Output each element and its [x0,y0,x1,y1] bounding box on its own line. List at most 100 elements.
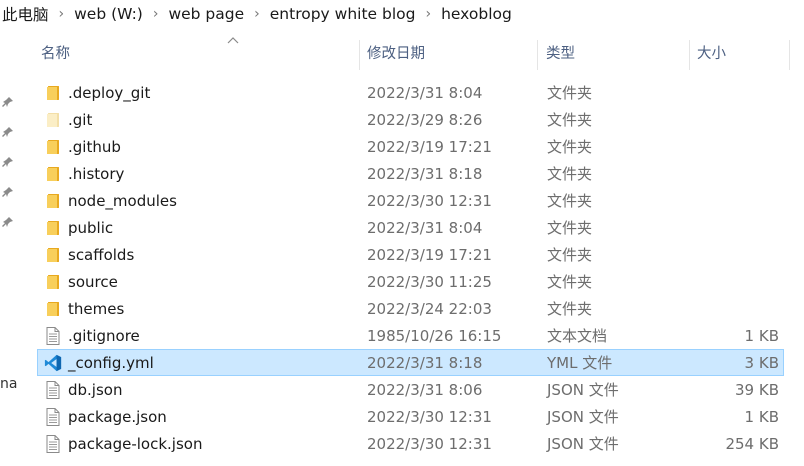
breadcrumb-item-entropy-white-blog[interactable]: entropy white blog [266,5,420,23]
breadcrumb-item-hexoblog[interactable]: hexoblog [437,5,516,23]
column-header-size[interactable]: 大小 [697,34,787,70]
file-name[interactable]: .github [68,134,121,159]
file-type: 文件夹 [547,192,593,210]
breadcrumb: 此电脑 › web (W:) › web page › entropy whit… [0,0,804,27]
chevron-right-icon[interactable]: › [147,6,165,22]
folder-icon [44,80,62,105]
column-header-type-label: 类型 [546,45,575,62]
pin-icon[interactable] [2,126,14,138]
file-type: 文件夹 [547,246,593,264]
pin-icon[interactable] [2,156,14,168]
column-header-size-label: 大小 [697,45,726,62]
file-row[interactable]: .deploy_git 2022/3/31 8:04 文件夹 [37,79,784,106]
file-row[interactable]: node_modules 2022/3/30 12:31 文件夹 [37,187,784,214]
nav-pane-label[interactable]: na [0,376,17,392]
file-name[interactable]: scaffolds [68,242,134,267]
folder-icon [44,242,62,267]
column-header-row: 名称 修改日期 类型 大小 [37,34,804,70]
file-type: YML 文件 [547,354,613,372]
file-type: 文件夹 [547,300,593,318]
file-size: 3 KB [744,353,779,372]
chevron-right-icon[interactable]: › [419,6,437,22]
file-modified-date: 2022/3/31 8:04 [367,218,483,237]
text-file-icon [44,404,62,429]
text-file-icon [44,377,62,402]
file-name[interactable]: .gitignore [68,323,140,348]
pin-icon[interactable] [2,186,14,198]
file-type: JSON 文件 [547,435,619,453]
column-header-name[interactable]: 名称 [41,34,357,70]
folder-icon [44,269,62,294]
file-modified-date: 2022/3/29 8:26 [367,110,483,129]
file-row[interactable]: source 2022/3/30 11:25 文件夹 [37,268,784,295]
file-modified-date: 2022/3/31 8:04 [367,83,483,102]
file-modified-date: 2022/3/31 8:18 [367,164,483,183]
file-modified-date: 2022/3/30 11:25 [367,272,492,291]
file-name[interactable]: node_modules [68,188,177,213]
file-row[interactable]: .gitignore 1985/10/26 16:15 文本文档 1 KB [37,322,784,349]
column-header-date-label: 修改日期 [367,45,425,62]
file-modified-date: 2022/3/31 8:18 [367,353,483,372]
file-row[interactable]: db.json 2022/3/31 8:06 JSON 文件 39 KB [37,376,784,403]
file-name[interactable]: .git [68,107,92,132]
chevron-right-icon[interactable]: › [248,6,266,22]
file-modified-date: 2022/3/30 12:31 [367,407,492,426]
file-type: 文件夹 [547,273,593,291]
text-file-icon [44,323,62,348]
file-name[interactable]: themes [68,296,124,321]
file-name[interactable]: db.json [68,377,122,402]
file-row[interactable]: .github 2022/3/19 17:21 文件夹 [37,133,784,160]
file-name[interactable]: .history [68,161,124,186]
file-type: 文件夹 [547,165,593,183]
column-header-type[interactable]: 类型 [546,34,686,70]
file-size: 1 KB [744,407,779,426]
file-row[interactable]: package.json 2022/3/30 12:31 JSON 文件 1 KB [37,403,784,430]
file-name[interactable]: package-lock.json [68,431,202,456]
chevron-right-icon[interactable]: › [53,6,71,22]
file-modified-date: 2022/3/30 12:31 [367,434,492,453]
column-divider[interactable] [689,40,690,70]
file-name[interactable]: .deploy_git [68,80,150,105]
folder-hidden-icon [44,107,62,132]
file-name[interactable]: public [68,215,113,240]
vscode-file-icon [44,350,62,375]
pin-icon[interactable] [2,96,14,108]
file-modified-date: 2022/3/30 12:31 [367,191,492,210]
file-row[interactable]: themes 2022/3/24 22:03 文件夹 [37,295,784,322]
column-header-name-label: 名称 [41,45,70,62]
text-file-icon [44,431,62,456]
column-divider[interactable] [537,40,538,70]
file-row[interactable]: package-lock.json 2022/3/30 12:31 JSON 文件 2… [37,430,784,457]
folder-icon [44,296,62,321]
file-type: 文件夹 [547,111,593,129]
file-modified-date: 2022/3/19 17:21 [367,245,492,264]
file-row[interactable]: .history 2022/3/31 8:18 文件夹 [37,160,784,187]
column-header-date[interactable]: 修改日期 [367,34,537,70]
column-divider[interactable] [359,40,360,70]
file-size: 1 KB [744,326,779,345]
column-divider[interactable] [789,40,790,70]
file-size: 39 KB [735,380,779,399]
file-modified-date: 2022/3/24 22:03 [367,299,492,318]
file-type: 文件夹 [547,138,593,156]
file-type: JSON 文件 [547,408,619,426]
folder-icon [44,215,62,240]
file-row[interactable]: _config.yml 2022/3/31 8:18 YML 文件 3 KB [37,349,784,376]
breadcrumb-item-drive[interactable]: web (W:) [70,5,147,23]
file-type: 文件夹 [547,84,593,102]
breadcrumb-item-web-page[interactable]: web page [164,5,248,23]
file-row[interactable]: .git 2022/3/29 8:26 文件夹 [37,106,784,133]
file-type: 文件夹 [547,219,593,237]
file-size: 254 KB [725,434,779,453]
file-name[interactable]: package.json [68,404,167,429]
file-list: .deploy_git 2022/3/31 8:04 文件夹 .git 2022/3/2… [37,79,784,457]
file-row[interactable]: scaffolds 2022/3/19 17:21 文件夹 [37,241,784,268]
file-modified-date: 1985/10/26 16:15 [367,326,502,345]
file-row[interactable]: public 2022/3/31 8:04 文件夹 [37,214,784,241]
folder-icon [44,188,62,213]
file-name[interactable]: source [68,269,118,294]
file-modified-date: 2022/3/31 8:06 [367,380,483,399]
pin-icon[interactable] [2,216,14,228]
breadcrumb-item-this-pc[interactable]: 此电脑 [0,3,53,25]
file-name[interactable]: _config.yml [68,350,154,375]
